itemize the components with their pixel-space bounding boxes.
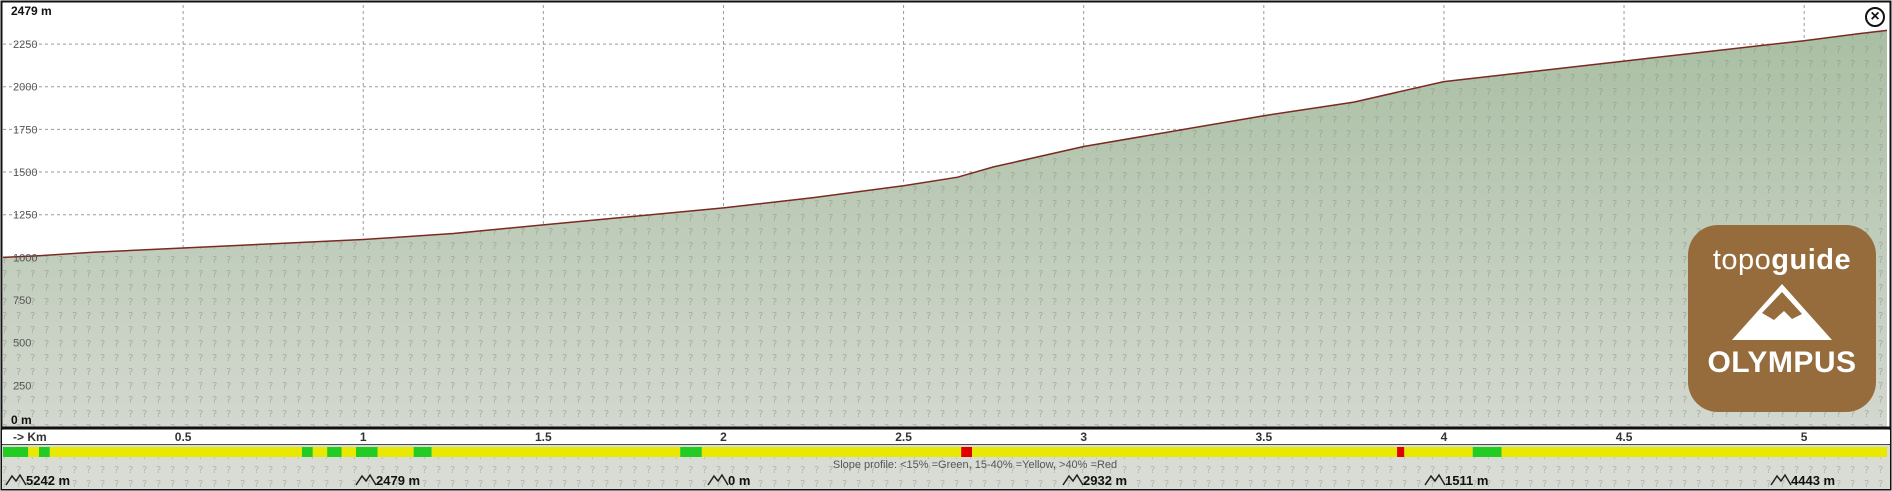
- logo-name: OLYMPUS: [1707, 346, 1857, 379]
- ytick-label: 1500: [13, 167, 37, 179]
- ytick-label: 2000: [13, 82, 37, 94]
- ytick-label: 1250: [13, 210, 37, 222]
- slope-segment-yellow: [1501, 447, 1887, 457]
- stat-value: 2479 m: [376, 473, 420, 488]
- ytick-label: 2250: [13, 39, 37, 51]
- stat-value: 5242 m: [26, 473, 70, 488]
- slope-segment-yellow: [431, 447, 681, 457]
- slope-segment-green: [3, 447, 29, 457]
- logo-brand: topoguide: [1713, 244, 1851, 277]
- slope-segment-yellow: [377, 447, 414, 457]
- slope-segment-green: [1472, 447, 1502, 457]
- stat-value: 2932 m: [1083, 473, 1127, 488]
- slope-segment-yellow: [972, 447, 1398, 457]
- slope-segment-yellow: [28, 447, 40, 457]
- slope-segment-green: [327, 447, 342, 457]
- topoguide-logo: topoguide OLYMPUS: [1688, 225, 1876, 412]
- slope-legend: Slope profile: <15% =Green, 15-40% =Yell…: [833, 459, 1117, 471]
- xtick-label: 4.5: [1616, 430, 1633, 444]
- slope-segment-yellow: [701, 447, 962, 457]
- y-max-label: 2479 m: [11, 4, 52, 18]
- terrain-texture: [3, 30, 1887, 429]
- ytick-label: 1000: [13, 252, 37, 264]
- slope-segment-yellow: [49, 447, 302, 457]
- ytick-label: 1750: [13, 124, 37, 136]
- slope-segment-green: [413, 447, 432, 457]
- slope-segment-yellow: [1404, 447, 1473, 457]
- xtick-label: 5: [1801, 430, 1808, 444]
- xtick-label: 4: [1441, 430, 1448, 444]
- x-axis-band: [2, 430, 1890, 444]
- x-axis-label: -> Km: [13, 430, 47, 444]
- logo-brand-light: topo: [1712, 244, 1772, 276]
- logo-brand-bold: guide: [1771, 244, 1852, 276]
- slope-segment-yellow: [341, 447, 357, 457]
- slope-segment-green: [356, 447, 378, 457]
- slope-segment-red: [1397, 447, 1405, 457]
- xtick-label: 2.5: [895, 430, 912, 444]
- xtick-label: 3.5: [1255, 430, 1272, 444]
- slope-segment-green: [39, 447, 50, 457]
- close-icon[interactable]: ×: [1865, 7, 1885, 27]
- xtick-label: 0.5: [175, 430, 192, 444]
- xtick-label: 1.5: [535, 430, 552, 444]
- y-min-label: 0 m: [11, 413, 32, 427]
- xtick-label: 1: [360, 430, 367, 444]
- ytick-label: 250: [13, 380, 31, 392]
- slope-segment-green: [680, 447, 702, 457]
- mountain-icon: [1732, 284, 1832, 340]
- ytick-label: 750: [13, 295, 31, 307]
- slope-segment-yellow: [312, 447, 328, 457]
- slope-segment-green: [301, 447, 313, 457]
- xtick-label: 3: [1080, 430, 1087, 444]
- stat-value: 4443 m: [1791, 473, 1835, 488]
- stat-value: 1511 m: [1445, 473, 1488, 488]
- elevation-profile-window: ? 2505007501000125015001750200022502479 …: [0, 0, 1892, 491]
- xtick-label: 2: [720, 430, 727, 444]
- stat-value: 0 m: [728, 473, 750, 488]
- elevation-chart: ? 2505007501000125015001750200022502479 …: [0, 0, 1892, 491]
- slope-segment-red: [961, 447, 973, 457]
- ytick-label: 500: [13, 338, 31, 350]
